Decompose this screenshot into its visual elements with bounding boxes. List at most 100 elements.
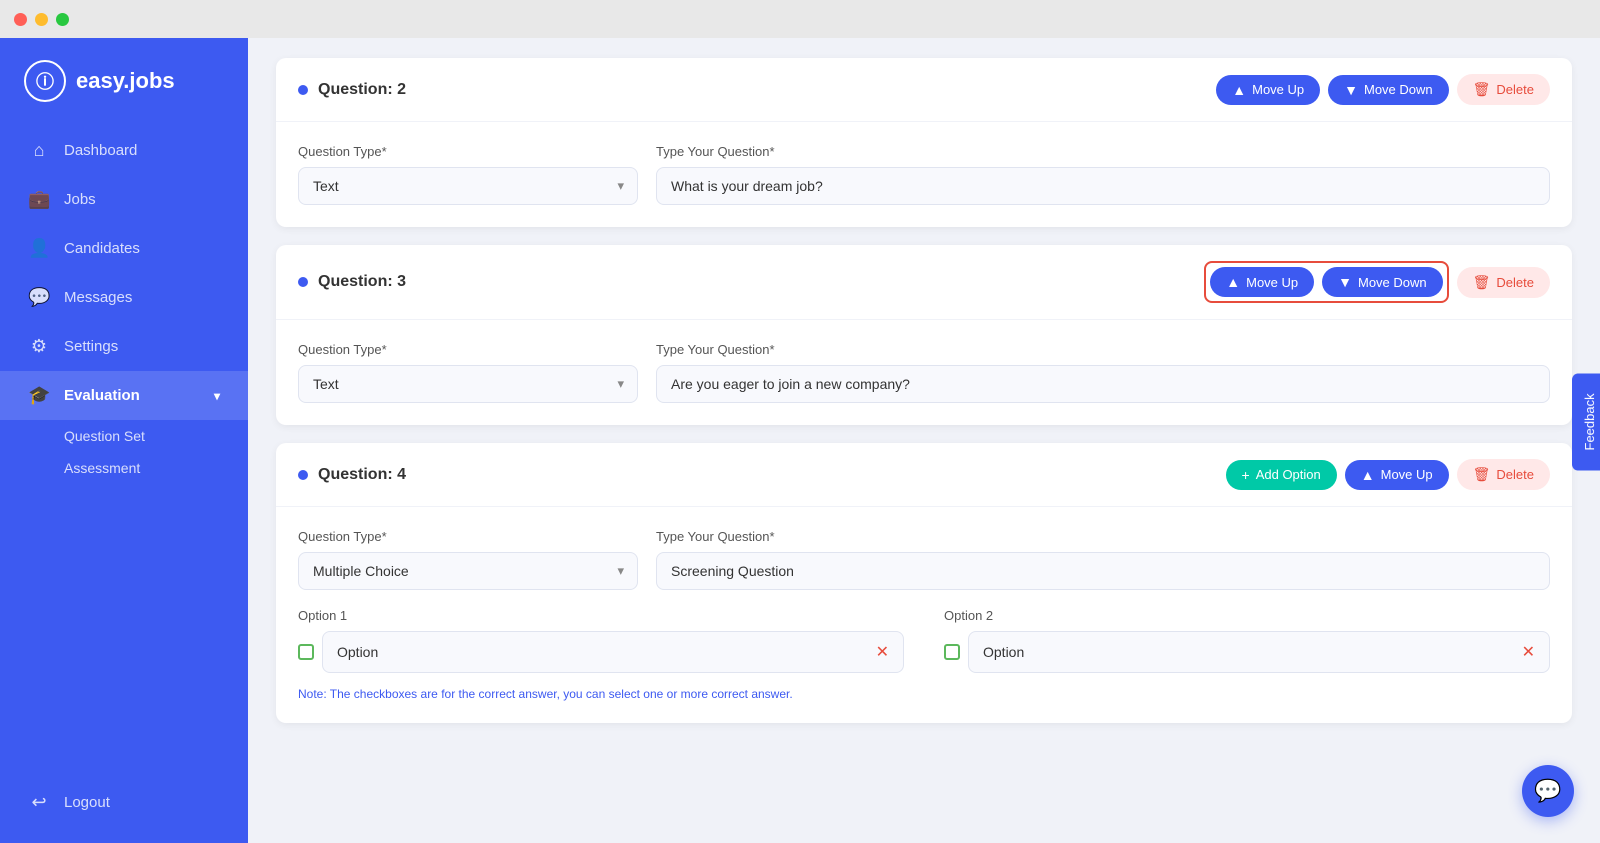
question-card-3: Question: 3 ▲ Move Up ▼ Move Down 🗑 Dele… (276, 245, 1572, 425)
chevron-up-icon: ▲ (1226, 274, 1240, 290)
option-2-checkbox[interactable] (944, 644, 960, 660)
question-3-actions: ▲ Move Up ▼ Move Down 🗑 Delete (1204, 261, 1550, 303)
candidates-icon: 👤 (28, 238, 50, 259)
option-2-input[interactable] (983, 644, 1514, 660)
highlight-box: ▲ Move Up ▼ Move Down (1204, 261, 1448, 303)
logo-icon: ⓘ (24, 60, 66, 102)
sidebar-item-question-set[interactable]: Question Set (64, 420, 248, 452)
option-1-input-row: ✕ (298, 631, 904, 673)
q4-delete-button[interactable]: 🗑 Delete (1457, 459, 1550, 490)
option-2-input-row: ✕ (944, 631, 1550, 673)
question-4-type-select[interactable]: Text Multiple Choice (298, 552, 638, 590)
sidebar-item-label: Dashboard (64, 142, 137, 159)
question-2-question-label: Type Your Question* (656, 144, 1550, 159)
feedback-tab[interactable]: Feedback (1572, 373, 1600, 470)
sidebar-item-settings[interactable]: ⚙ Settings (0, 322, 248, 371)
question-3-type-group: Question Type* Text Multiple Choice ▾ (298, 342, 638, 403)
question-2-type-wrapper: Text Multiple Choice Checkbox ▾ (298, 167, 638, 205)
question-3-question-group: Type Your Question* (656, 342, 1550, 403)
sidebar-item-label: Settings (64, 338, 118, 355)
q3-delete-button[interactable]: 🗑 Delete (1457, 267, 1550, 298)
q4-move-up-button[interactable]: ▲ Move Up (1345, 460, 1449, 490)
option-1-input-wrapper: ✕ (322, 631, 904, 673)
evaluation-icon: 🎓 (28, 385, 50, 406)
main-content: Question: 2 ▲ Move Up ▼ Move Down 🗑 Dele… (248, 38, 1600, 843)
trash-icon: 🗑 (1473, 81, 1491, 98)
question-3-type-wrapper: Text Multiple Choice ▾ (298, 365, 638, 403)
chat-button[interactable]: 💬 (1522, 765, 1574, 817)
question-card-4: Question: 4 + Add Option ▲ Move Up 🗑 Del… (276, 443, 1572, 723)
trash-icon: 🗑 (1473, 466, 1491, 483)
option-2-clear-icon[interactable]: ✕ (1522, 642, 1535, 662)
sidebar-logo: ⓘ easy.jobs (0, 38, 248, 126)
question-3-body: Question Type* Text Multiple Choice ▾ Ty… (276, 320, 1572, 425)
question-2-actions: ▲ Move Up ▼ Move Down 🗑 Delete (1216, 74, 1550, 105)
sidebar-item-label: Candidates (64, 240, 140, 257)
jobs-icon: 💼 (28, 189, 50, 210)
settings-icon: ⚙ (28, 336, 50, 357)
option-2-input-wrapper: ✕ (968, 631, 1550, 673)
question-4-type-wrapper: Text Multiple Choice ▾ (298, 552, 638, 590)
sidebar-item-candidates[interactable]: 👤 Candidates (0, 224, 248, 273)
option-1-input[interactable] (337, 644, 868, 660)
chevron-up-icon: ▲ (1232, 82, 1246, 98)
question-4-type-label: Question Type* (298, 529, 638, 544)
option-2-label: Option 2 (944, 608, 1550, 623)
question-dot (298, 277, 308, 287)
question-2-title: Question: 2 (298, 81, 406, 99)
question-2-header: Question: 2 ▲ Move Up ▼ Move Down 🗑 Dele… (276, 58, 1572, 122)
sidebar-item-label: Evaluation (64, 387, 140, 404)
chat-icon: 💬 (1534, 778, 1561, 804)
q4-add-option-button[interactable]: + Add Option (1226, 460, 1337, 490)
question-3-label: Question: 3 (318, 273, 406, 291)
question-4-question-group: Type Your Question* (656, 529, 1550, 590)
question-3-question-label: Type Your Question* (656, 342, 1550, 357)
logout-label: Logout (64, 794, 110, 811)
question-2-form-row: Question Type* Text Multiple Choice Chec… (298, 144, 1550, 205)
question-3-form-row: Question Type* Text Multiple Choice ▾ Ty… (298, 342, 1550, 403)
q3-move-up-button[interactable]: ▲ Move Up (1210, 267, 1314, 297)
q2-move-up-button[interactable]: ▲ Move Up (1216, 75, 1320, 105)
sidebar-item-dashboard[interactable]: ⌂ Dashboard (0, 126, 248, 175)
sidebar-item-assessment[interactable]: Assessment (64, 452, 248, 484)
sidebar-item-messages[interactable]: 💬 Messages (0, 273, 248, 322)
maximize-btn[interactable] (56, 13, 69, 26)
option-1-group: Option 1 ✕ (298, 608, 904, 673)
option-1-checkbox[interactable] (298, 644, 314, 660)
option-2-group: Option 2 ✕ (944, 608, 1550, 673)
sidebar-item-logout[interactable]: ↩ Logout (0, 778, 248, 827)
question-3-type-select[interactable]: Text Multiple Choice (298, 365, 638, 403)
question-2-input[interactable] (656, 167, 1550, 205)
sidebar-item-label: Jobs (64, 191, 96, 208)
question-4-type-group: Question Type* Text Multiple Choice ▾ (298, 529, 638, 590)
question-4-title: Question: 4 (298, 466, 406, 484)
question-4-input[interactable] (656, 552, 1550, 590)
sidebar-item-jobs[interactable]: 💼 Jobs (0, 175, 248, 224)
question-3-input[interactable] (656, 365, 1550, 403)
minimize-btn[interactable] (35, 13, 48, 26)
chevron-down-icon: ▼ (1344, 82, 1358, 98)
titlebar (0, 0, 1600, 38)
q2-move-down-button[interactable]: ▼ Move Down (1328, 75, 1449, 105)
option-1-clear-icon[interactable]: ✕ (876, 642, 889, 662)
logout-icon: ↩ (28, 792, 50, 813)
logo-text: easy.jobs (76, 68, 175, 94)
close-btn[interactable] (14, 13, 27, 26)
question-4-form-row: Question Type* Text Multiple Choice ▾ Ty… (298, 529, 1550, 590)
trash-icon: 🗑 (1473, 274, 1491, 291)
dashboard-icon: ⌂ (28, 140, 50, 161)
question-2-label: Question: 2 (318, 81, 406, 99)
question-dot (298, 85, 308, 95)
sidebar-item-evaluation[interactable]: 🎓 Evaluation ▾ (0, 371, 248, 420)
chevron-up-icon: ▲ (1361, 467, 1375, 483)
q2-delete-button[interactable]: 🗑 Delete (1457, 74, 1550, 105)
chevron-down-icon: ▾ (214, 389, 220, 403)
sidebar: ⓘ easy.jobs ⌂ Dashboard 💼 Jobs 👤 Candida… (0, 0, 248, 843)
plus-icon: + (1242, 467, 1250, 483)
options-note: Note: The checkboxes are for the correct… (298, 687, 1550, 701)
question-2-type-select[interactable]: Text Multiple Choice Checkbox (298, 167, 638, 205)
question-2-type-group: Question Type* Text Multiple Choice Chec… (298, 144, 638, 205)
question-4-actions: + Add Option ▲ Move Up 🗑 Delete (1226, 459, 1550, 490)
q3-move-down-button[interactable]: ▼ Move Down (1322, 267, 1443, 297)
option-1-label: Option 1 (298, 608, 904, 623)
